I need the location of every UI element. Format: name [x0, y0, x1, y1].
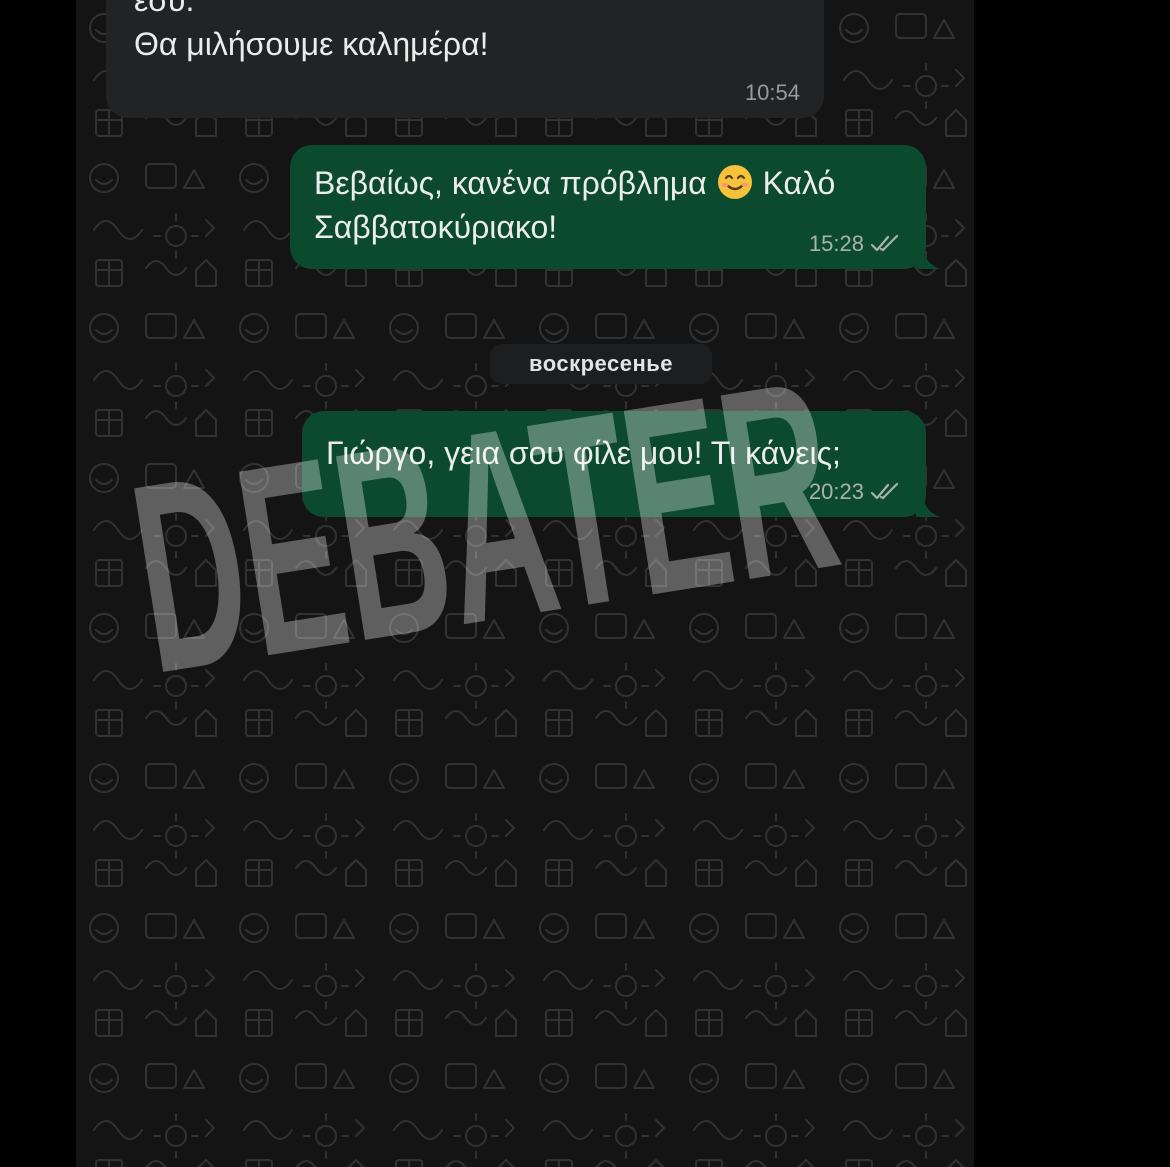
message-bubble-outgoing[interactable]: Βεβαίως, κανένα πρόβλημα Καλό Σαββατοκύρ… — [290, 145, 926, 269]
double-check-icon — [870, 482, 899, 500]
message-text-line: Βεβαίως, κανένα πρόβλημα Καλό — [314, 161, 902, 205]
message-meta: 20:23 — [809, 479, 902, 505]
double-check-icon — [870, 234, 899, 252]
screenshot: εσύ. Θα μιλήσουμε καλημέρα! 10:54 Βεβαίω… — [0, 0, 1170, 1167]
message-meta: 10:54 — [745, 80, 800, 106]
bubble-tail — [916, 245, 940, 269]
message-text-segment: Καλό — [753, 165, 836, 201]
message-time: 15:28 — [808, 231, 864, 256]
bubble-tail — [916, 493, 940, 517]
message-bubble-outgoing[interactable]: Γιώργο, γεια σου φίλε μου! Τι κάνεις; 20… — [302, 411, 926, 517]
chat-area[interactable]: εσύ. Θα μιλήσουμε καλημέρα! 10:54 Βεβαίω… — [76, 0, 974, 1167]
message-text-line: Γιώργο, γεια σου φίλε μου! Τι κάνεις; — [326, 435, 841, 471]
message-time: 20:23 — [808, 479, 864, 504]
message-text-segment: Βεβαίως, κανένα πρόβλημα — [314, 165, 716, 201]
message-bubble-incoming[interactable]: εσύ. Θα μιλήσουμε καλημέρα! 10:54 — [106, 0, 824, 118]
date-separator: воскресенье — [490, 344, 712, 384]
smiling-face-emoji-icon — [717, 165, 752, 199]
message-text-line: Θα μιλήσουμε καλημέρα! — [134, 26, 489, 62]
message-time: 10:54 — [744, 80, 800, 105]
message-meta: 15:28 — [809, 231, 902, 257]
message-text-line: εσύ. — [134, 0, 195, 18]
